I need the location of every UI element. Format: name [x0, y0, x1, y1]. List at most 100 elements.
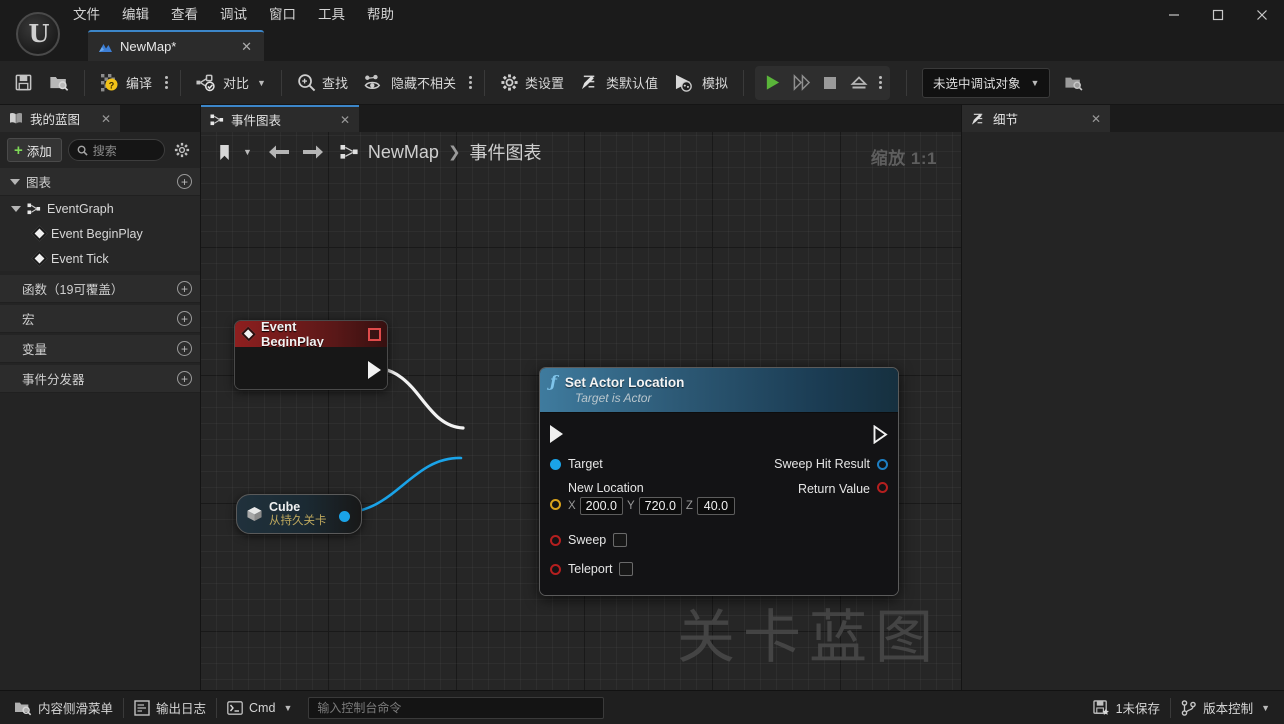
vector-y-input[interactable]: 720.0 — [638, 497, 682, 515]
browse-content-button[interactable] — [41, 66, 77, 100]
document-tab-close-icon[interactable]: ✕ — [237, 39, 256, 55]
class-defaults-button[interactable]: 类默认值 — [572, 66, 666, 100]
debug-browse-icon — [1065, 77, 1083, 91]
exec-output-pin[interactable] — [368, 361, 381, 379]
eject-button[interactable] — [845, 68, 873, 98]
tree-item-event-beginplay[interactable]: Event BeginPlay — [0, 221, 200, 246]
pin-target[interactable]: Target — [550, 457, 774, 471]
cmd-selector[interactable]: Cmd ▼ — [217, 695, 302, 721]
hide-unrelated-button[interactable]: 隐藏不相关 — [356, 66, 464, 100]
graph-canvas[interactable]: 关卡蓝图 ▼ NewMap ❯ 事件图表 缩放 1:1 Event BeginP… — [201, 132, 961, 690]
add-event-dispatcher-button[interactable]: + — [177, 371, 192, 386]
add-graph-button[interactable]: + — [177, 174, 192, 189]
debug-object-selector[interactable]: 未选中调试对象 ▼ — [922, 67, 1051, 98]
tree-section-event-dispatchers[interactable]: 事件分发器 + — [0, 365, 200, 393]
breadcrumb-root[interactable]: NewMap — [368, 142, 439, 163]
document-tab-newmap[interactable]: NewMap* ✕ — [88, 30, 264, 61]
source-control-icon — [1181, 699, 1196, 716]
hide-unrelated-options-button[interactable] — [464, 76, 477, 89]
bookmark-button[interactable] — [211, 139, 237, 165]
tab-details[interactable]: 细节 ✕ — [962, 105, 1110, 132]
tree-item-event-tick[interactable]: Event Tick — [0, 246, 200, 271]
save-button[interactable] — [6, 66, 41, 100]
tab-event-graph-close-icon[interactable]: ✕ — [328, 113, 350, 127]
tree-section-variables[interactable]: 变量 + — [0, 335, 200, 363]
exec-pin-row — [540, 419, 898, 449]
stop-button[interactable] — [816, 68, 844, 98]
tab-details-close-icon[interactable]: ✕ — [1079, 112, 1101, 126]
sweep-checkbox[interactable] — [613, 533, 628, 547]
exec-input-pin[interactable] — [550, 425, 563, 443]
menu-window[interactable]: 窗口 — [258, 2, 307, 28]
compile-button[interactable]: ? 编译 — [92, 66, 160, 100]
compile-options-button[interactable] — [160, 76, 173, 89]
pin-sweep-hit-result[interactable]: Sweep Hit Result — [774, 457, 888, 471]
pin-new-location[interactable]: New Location X 200.0 Y 720.0 Z 40.0 — [550, 481, 798, 515]
search-input[interactable]: 搜索 — [67, 139, 165, 161]
node-set-actor-location[interactable]: ƒ Set Actor Location Target is Actor Tar… — [539, 367, 899, 596]
node-cube-reference[interactable]: Cube 从持久关卡 — [236, 494, 362, 534]
object-output-pin[interactable] — [339, 511, 350, 522]
console-command-input[interactable]: 输入控制台命令 — [308, 696, 605, 719]
simulate-button[interactable]: 模拟 — [666, 66, 736, 100]
pin-return-value[interactable]: Return Value — [798, 481, 888, 496]
class-settings-button[interactable]: 类设置 — [492, 66, 572, 100]
minimize-button[interactable] — [1152, 0, 1196, 30]
pin-teleport[interactable]: Teleport — [550, 562, 888, 576]
menu-view[interactable]: 查看 — [160, 2, 209, 28]
menu-tools[interactable]: 工具 — [307, 2, 356, 28]
output-log-button[interactable]: 输出日志 — [124, 695, 216, 721]
node-cube-text: Cube 从持久关卡 — [269, 500, 327, 528]
bool-pin-red[interactable] — [550, 563, 561, 575]
diff-button[interactable]: 对比 ▼ — [188, 66, 274, 100]
tree-section-macros[interactable]: 宏 + — [0, 305, 200, 333]
unsaved-button[interactable]: 1未保存 — [1083, 695, 1170, 721]
find-button[interactable]: 查找 — [289, 66, 356, 100]
blueprint-settings-button[interactable] — [171, 139, 193, 161]
vector-x-input[interactable]: 200.0 — [579, 497, 623, 515]
debug-browse-button[interactable] — [1056, 66, 1092, 100]
add-variable-button[interactable]: + — [177, 341, 192, 356]
pin-sweep[interactable]: Sweep — [550, 533, 888, 547]
back-button[interactable] — [264, 139, 294, 165]
struct-pin-blue[interactable] — [877, 458, 888, 470]
breadcrumb-leaf[interactable]: 事件图表 — [470, 139, 542, 165]
step-button[interactable] — [787, 68, 815, 98]
close-button[interactable] — [1240, 0, 1284, 30]
play-options-button[interactable] — [874, 76, 887, 89]
content-drawer-button[interactable]: 内容侧滑菜单 — [4, 695, 123, 721]
menu-help[interactable]: 帮助 — [356, 2, 405, 28]
add-function-button[interactable]: + — [177, 281, 192, 296]
tree-section-functions[interactable]: 函数（19可覆盖） + — [0, 275, 200, 303]
bool-pin-red[interactable] — [550, 534, 561, 546]
node-event-beginplay-box[interactable]: Event BeginPlay — [234, 320, 388, 390]
pin-row-sweep: Sweep — [540, 521, 898, 553]
node-event-beginplay[interactable]: Event BeginPlay — [234, 320, 388, 390]
tree-item-eventgraph[interactable]: EventGraph — [0, 196, 200, 221]
tree-section-graphs[interactable]: 图表 + — [0, 168, 200, 196]
tab-my-blueprint-close-icon[interactable]: ✕ — [89, 112, 111, 126]
play-button[interactable] — [758, 68, 786, 98]
menu-file[interactable]: 文件 — [62, 2, 111, 28]
menu-edit[interactable]: 编辑 — [111, 2, 160, 28]
struct-pin-yellow[interactable] — [550, 499, 561, 510]
maximize-button[interactable] — [1196, 0, 1240, 30]
source-control-button[interactable]: 版本控制 ▼ — [1171, 695, 1280, 721]
tab-my-blueprint[interactable]: 我的蓝图 ✕ — [0, 105, 120, 132]
add-button[interactable]: + 添加 — [7, 138, 62, 162]
delegate-output-pin[interactable] — [368, 327, 381, 341]
tab-event-graph[interactable]: 事件图表 ✕ — [201, 105, 359, 132]
chevron-down-icon[interactable]: ▼ — [243, 147, 252, 157]
teleport-checkbox[interactable] — [619, 562, 634, 576]
details-tabstrip: 细节 ✕ — [962, 105, 1284, 132]
bool-pin-red[interactable] — [877, 482, 888, 493]
forward-button[interactable] — [298, 139, 328, 165]
simulate-label: 模拟 — [702, 76, 729, 91]
node-cube-box[interactable]: Cube 从持久关卡 — [236, 494, 362, 534]
menu-debug[interactable]: 调试 — [209, 2, 258, 28]
exec-output-pin[interactable] — [873, 424, 888, 444]
node-set-actor-location-box[interactable]: ƒ Set Actor Location Target is Actor Tar… — [539, 367, 899, 596]
add-macro-button[interactable]: + — [177, 311, 192, 326]
object-pin-blue[interactable] — [550, 458, 561, 470]
vector-z-input[interactable]: 40.0 — [696, 497, 735, 515]
